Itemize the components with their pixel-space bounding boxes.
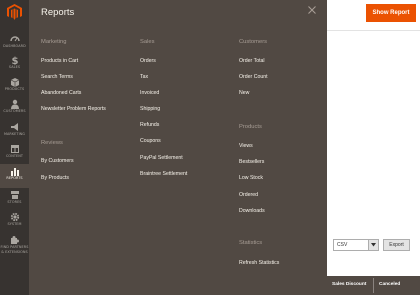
panel-title: Reports xyxy=(41,7,75,18)
menu-link-views[interactable]: Views xyxy=(239,143,253,149)
nav-label: MARKETING xyxy=(3,132,26,136)
export-format-select[interactable]: CSV xyxy=(333,239,379,251)
export-button[interactable]: Export xyxy=(383,239,410,251)
reports-flyout: Reports Marketing Products in Cart Searc… xyxy=(29,0,327,295)
nav-item-sales[interactable]: $ SALES xyxy=(0,53,29,77)
menu-link-tax[interactable]: Tax xyxy=(140,74,148,80)
menu-link-abandoned-carts[interactable]: Abandoned Carts xyxy=(41,90,81,96)
menu-link-braintree-settlement[interactable]: Braintree Settlement xyxy=(140,171,187,177)
menu-link-paypal-settlement[interactable]: PayPal Settlement xyxy=(140,155,183,161)
nav-label: SALES xyxy=(8,65,21,69)
section-heading-reviews: Reviews xyxy=(41,140,63,146)
chevron-down-icon xyxy=(371,243,376,247)
menu-link-refunds[interactable]: Refunds xyxy=(140,122,159,128)
bar-chart-icon xyxy=(10,168,19,176)
nav-label: PRODUCTS xyxy=(4,87,25,91)
gear-icon xyxy=(10,212,19,222)
nav-label: REPORTS xyxy=(6,176,23,180)
menu-link-low-stock[interactable]: Low Stock xyxy=(239,175,263,181)
select-arrow xyxy=(368,240,378,250)
section-heading-statistics: Statistics xyxy=(239,240,263,246)
nav-item-system[interactable]: SYSTEM xyxy=(0,210,29,234)
menu-link-new[interactable]: New xyxy=(239,90,249,96)
nav-item-stores[interactable]: STORES xyxy=(0,188,29,212)
report-grid-header: Sales Discount Canceled xyxy=(327,276,420,295)
section-heading-marketing: Marketing xyxy=(41,39,67,45)
admin-sidebar: DASHBOARD $ SALES PRODUCTS CUSTOMERS MAR… xyxy=(0,0,29,295)
menu-link-bestsellers[interactable]: Bestsellers xyxy=(239,159,264,165)
nav-item-reports[interactable]: REPORTS xyxy=(0,164,29,188)
menu-link-orders[interactable]: Orders xyxy=(140,58,156,64)
section-heading-products: Products xyxy=(239,124,262,130)
megaphone-icon xyxy=(10,123,18,131)
nav-item-find-partners[interactable]: FIND PARTNERS & EXTENSIONS xyxy=(0,233,29,263)
nav-label: CONTENT xyxy=(5,154,24,158)
menu-link-downloads[interactable]: Downloads xyxy=(239,208,265,214)
box-icon xyxy=(10,78,19,87)
menu-link-by-customers[interactable]: By Customers xyxy=(41,158,74,164)
layout-icon xyxy=(10,145,19,153)
menu-link-refresh-statistics[interactable]: Refresh Statistics xyxy=(239,260,279,266)
nav-item-customers[interactable]: CUSTOMERS xyxy=(0,97,29,121)
menu-link-ordered[interactable]: Ordered xyxy=(239,192,258,198)
menu-link-coupons[interactable]: Coupons xyxy=(140,138,161,144)
export-format-value: CSV xyxy=(337,242,348,248)
menu-link-search-terms[interactable]: Search Terms xyxy=(41,74,73,80)
svg-text:$: $ xyxy=(11,56,18,65)
dashboard-icon xyxy=(9,36,20,42)
menu-link-by-products[interactable]: By Products xyxy=(41,175,69,181)
column-header-canceled[interactable]: Canceled xyxy=(379,282,400,287)
menu-link-newsletter-problem-reports[interactable]: Newsletter Problem Reports xyxy=(41,106,106,112)
nav-label: SYSTEM xyxy=(7,222,22,226)
close-icon[interactable] xyxy=(307,5,317,15)
nav-label: STORES xyxy=(7,200,22,204)
menu-link-invoiced[interactable]: Invoiced xyxy=(140,90,159,96)
nav-label: & EXTENSIONS xyxy=(1,250,28,254)
dollar-icon: $ xyxy=(11,56,18,65)
menu-link-products-in-cart[interactable]: Products in Cart xyxy=(41,58,78,64)
store-icon xyxy=(10,191,19,199)
show-report-button[interactable]: Show Report xyxy=(366,4,416,22)
header-divider xyxy=(327,30,420,31)
nav-item-marketing[interactable]: MARKETING xyxy=(0,120,29,144)
nav-item-content[interactable]: CONTENT xyxy=(0,142,29,166)
section-heading-sales: Sales xyxy=(140,39,155,45)
column-header-sales-discount[interactable]: Sales Discount xyxy=(332,282,366,287)
nav-item-products[interactable]: PRODUCTS xyxy=(0,75,29,99)
column-divider xyxy=(373,278,374,293)
person-icon xyxy=(10,99,19,109)
section-heading-customers: Customers xyxy=(239,39,268,45)
nav-label: CUSTOMERS xyxy=(3,109,26,113)
menu-link-order-count[interactable]: Order Count xyxy=(239,74,268,80)
nav-label: DASHBOARD xyxy=(3,44,26,48)
puzzle-icon xyxy=(10,236,19,244)
menu-link-order-total[interactable]: Order Total xyxy=(239,58,265,64)
menu-link-shipping[interactable]: Shipping xyxy=(140,106,160,112)
magento-logo-icon[interactable] xyxy=(7,4,22,20)
